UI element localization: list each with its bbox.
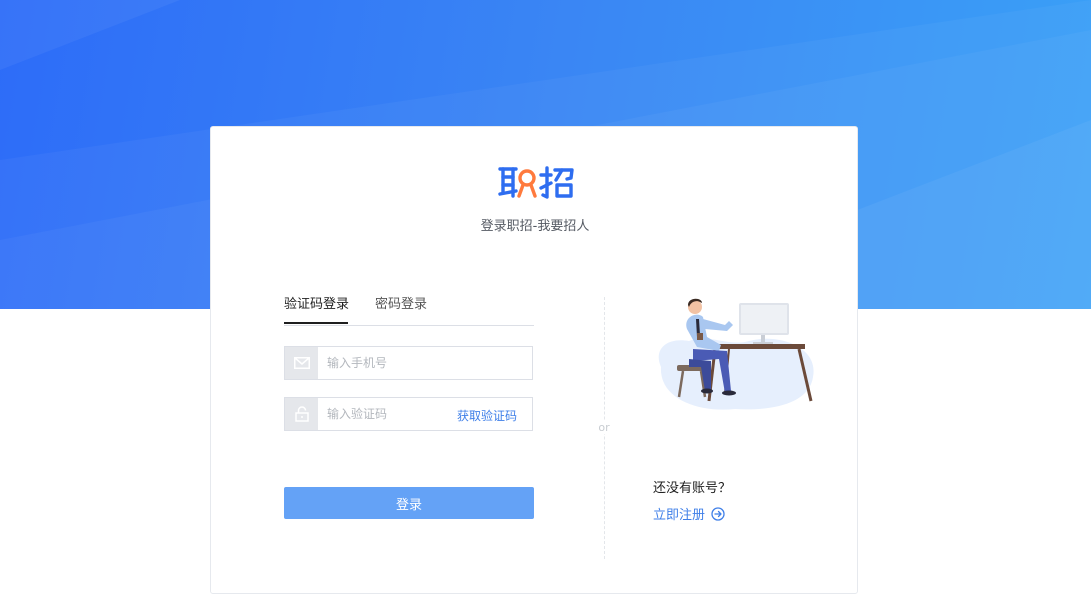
code-field: 获取验证码 <box>284 397 533 431</box>
login-page: 登录职招-我要招人 验证码登录 密码登录 输入手机号 输入验证码 获取验证码 登… <box>0 0 1091 605</box>
lock-icon <box>285 398 318 430</box>
active-tab-indicator <box>284 322 348 324</box>
register-label[interactable]: 立即注册 <box>653 504 705 523</box>
login-tabs: 验证码登录 密码登录 <box>284 291 534 326</box>
get-code-button[interactable]: 获取验证码 <box>457 407 517 424</box>
office-worker-illustration <box>649 289 821 417</box>
register-link[interactable]: 立即注册 <box>653 504 725 523</box>
mail-icon <box>285 347 318 379</box>
arrow-circle-right-icon[interactable] <box>711 506 725 521</box>
phone-input[interactable] <box>327 347 457 379</box>
login-button[interactable]: 登录 <box>284 487 534 519</box>
login-card: 登录职招-我要招人 验证码登录 密码登录 输入手机号 输入验证码 获取验证码 登… <box>210 126 858 594</box>
phone-field <box>284 346 533 380</box>
page-subtitle: 登录职招-我要招人 <box>480 219 590 234</box>
no-account-text: 还没有账号？ <box>653 481 732 496</box>
code-input[interactable] <box>327 398 457 430</box>
or-separator: or <box>594 421 614 434</box>
tab-password-login[interactable]: 密码登录 <box>375 293 427 312</box>
brand-logo <box>497 163 577 203</box>
tab-sms-login[interactable]: 验证码登录 <box>284 293 349 312</box>
